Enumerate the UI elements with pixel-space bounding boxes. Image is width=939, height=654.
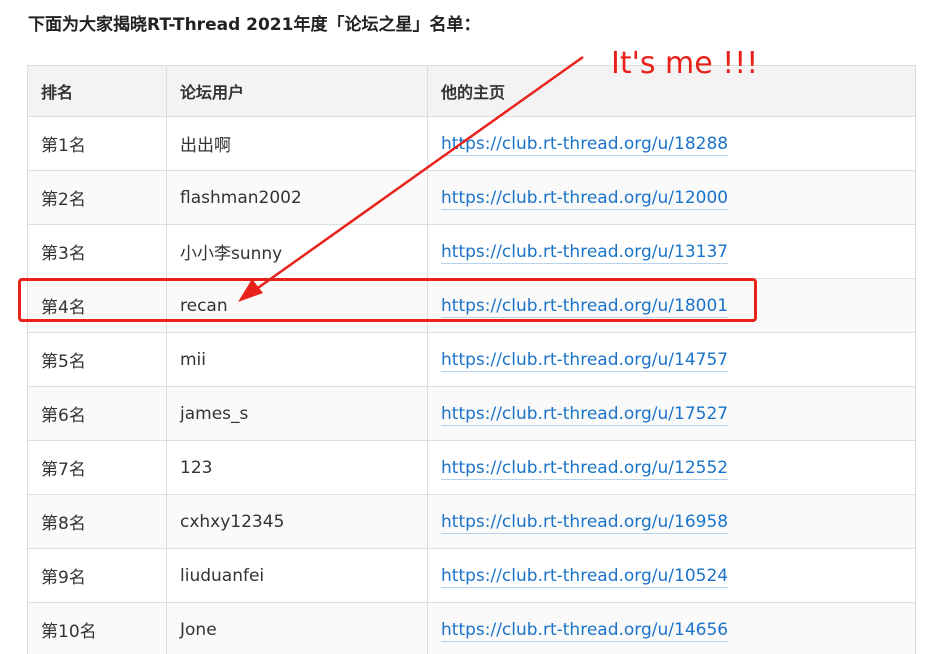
- annotation-text: It's me !!!: [611, 46, 759, 81]
- arrow-head: [238, 279, 263, 302]
- scrollbar-area: [917, 600, 939, 654]
- arrow-shaft: [254, 55, 584, 292]
- pointer-arrow: [238, 55, 584, 302]
- page: 下面为大家揭晓RT-Thread 2021年度「论坛之星」名单： 排名 论坛用户…: [0, 0, 939, 654]
